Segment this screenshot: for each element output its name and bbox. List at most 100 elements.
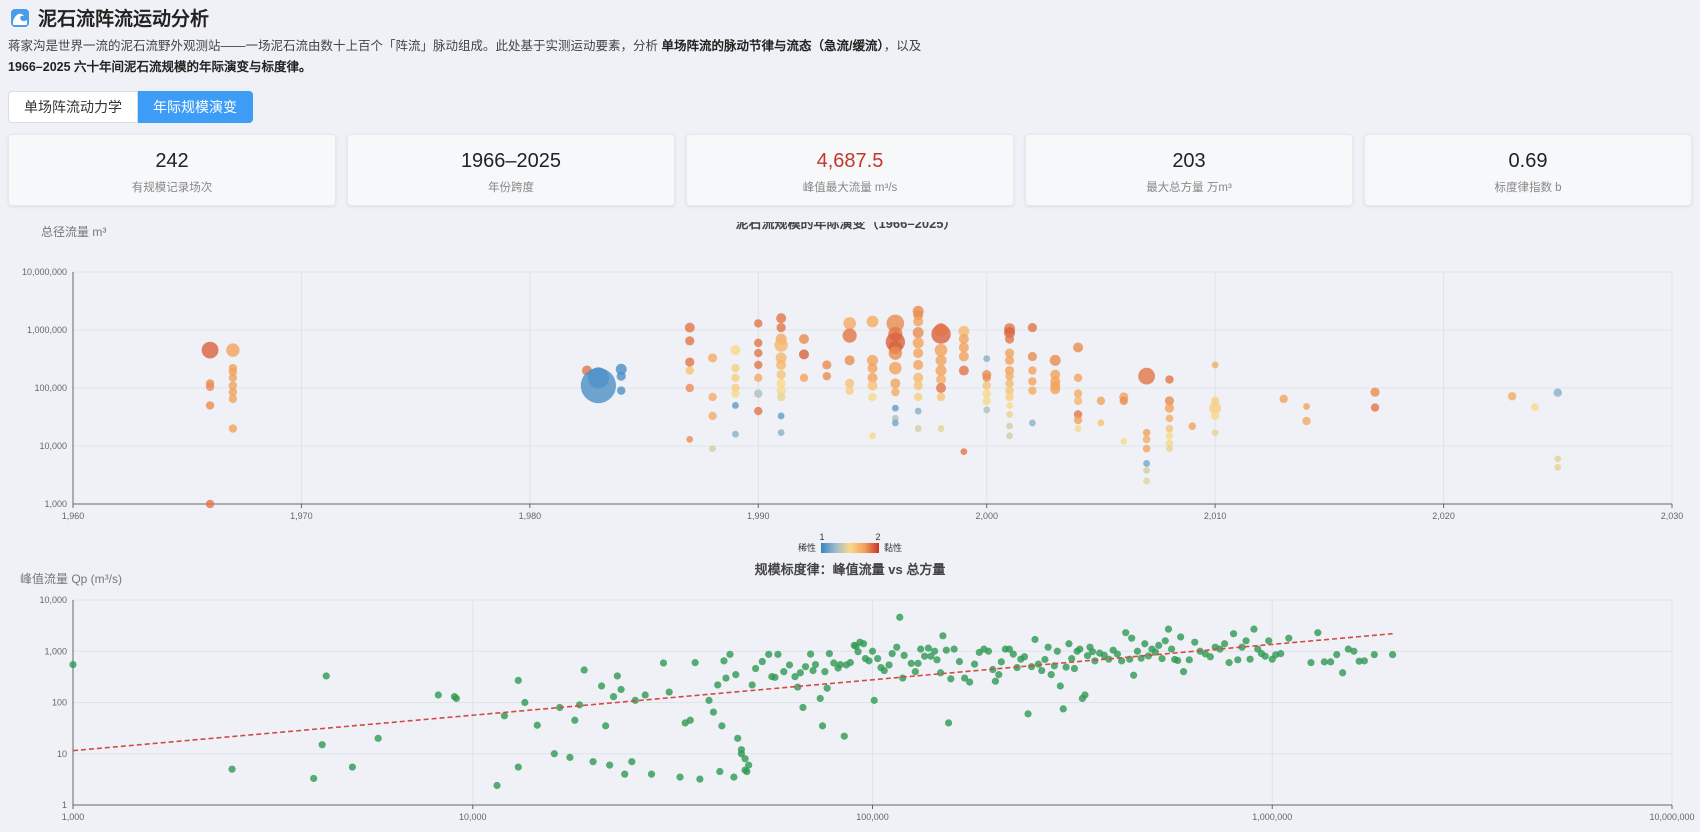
data-point <box>1265 637 1273 645</box>
data-point <box>811 660 820 669</box>
x-tick-label: 1,980 <box>519 511 542 521</box>
charts-area: 泥石流规模的年际演变（1966–2025） 总径流量 m³ 1,000 10,000 1… <box>20 222 1695 822</box>
data-point <box>1261 652 1269 660</box>
data-point <box>1073 373 1083 382</box>
data-point <box>201 341 219 359</box>
data-point <box>754 338 763 348</box>
data-point <box>843 317 856 330</box>
data-point <box>69 660 77 669</box>
data-point <box>1073 389 1083 398</box>
data-point <box>780 668 788 676</box>
data-point <box>798 349 809 360</box>
data-point <box>1225 659 1233 667</box>
data-point <box>889 361 902 375</box>
data-point <box>1041 655 1049 664</box>
data-point <box>228 373 238 382</box>
data-point <box>1350 647 1358 655</box>
data-point <box>609 693 618 701</box>
data-point <box>840 732 848 740</box>
data-point <box>1005 379 1014 388</box>
data-point <box>730 345 741 356</box>
data-point <box>758 657 766 666</box>
data-point <box>1028 377 1037 386</box>
data-point <box>587 367 609 389</box>
data-point <box>606 761 614 769</box>
data-point <box>1370 387 1380 397</box>
data-point <box>888 649 896 658</box>
stat-value: 4,687.5 <box>816 150 884 172</box>
data-point <box>1327 658 1335 666</box>
data-point <box>1554 455 1562 463</box>
data-point <box>1031 635 1039 644</box>
data-point <box>1056 682 1064 690</box>
data-point <box>754 360 763 370</box>
data-point <box>571 716 579 724</box>
data-point <box>374 734 382 742</box>
y-axis-title: 总径流量 m³ <box>41 225 106 239</box>
data-point <box>550 750 558 758</box>
data-point <box>1006 402 1013 409</box>
data-point <box>921 652 929 660</box>
data-point <box>776 322 786 333</box>
data-point <box>836 660 844 669</box>
data-point <box>958 351 969 362</box>
data-point <box>1006 432 1013 440</box>
data-point <box>1138 367 1156 385</box>
stat-value: 242 <box>155 150 189 172</box>
data-point <box>934 323 948 337</box>
data-point <box>665 688 673 696</box>
data-point <box>752 664 760 673</box>
data-point <box>1006 411 1013 418</box>
x-tick-label: 2,010 <box>1204 511 1227 521</box>
data-point <box>947 675 955 683</box>
data-point <box>1053 647 1061 655</box>
data-point <box>348 763 357 771</box>
data-point <box>1320 658 1328 666</box>
data-point <box>1059 705 1067 713</box>
data-point <box>842 328 857 343</box>
data-point <box>891 419 899 427</box>
tab-interannual-evolution[interactable]: 年际规模演变 <box>138 91 253 123</box>
data-point <box>1174 656 1182 665</box>
data-point <box>874 654 882 663</box>
data-point <box>935 354 947 366</box>
data-point <box>1073 342 1084 353</box>
data-point <box>1177 633 1185 641</box>
data-point <box>1360 657 1368 665</box>
data-point <box>647 770 656 778</box>
x-tick-label: 1,000,000 <box>1252 812 1292 822</box>
x-tick-label: 1,960 <box>62 511 85 521</box>
data-point <box>1188 422 1197 430</box>
stat-card-year-span: 1966–2025 年份跨度 <box>347 134 675 206</box>
data-point <box>1279 394 1288 404</box>
data-point <box>958 365 969 376</box>
data-point <box>1096 396 1106 406</box>
data-point <box>1027 663 1036 671</box>
data-point <box>823 684 831 692</box>
x-tick-label: 2,000 <box>975 511 998 521</box>
data-point <box>924 644 933 652</box>
data-point <box>734 734 742 742</box>
data-point <box>1158 654 1166 663</box>
x-tick-label: 2,020 <box>1432 511 1455 521</box>
data-point <box>205 401 215 410</box>
data-point <box>1006 422 1013 430</box>
data-point <box>708 353 718 363</box>
data-point <box>891 387 900 397</box>
data-point <box>613 672 621 680</box>
data-point <box>1229 630 1238 638</box>
data-point <box>1029 419 1036 427</box>
data-point <box>1165 424 1174 433</box>
data-point <box>899 674 907 682</box>
intro-part1: 蒋家沟是世界一流的泥石流野外观测站——一场泥石流由数十上百个「阵流」脉动组成。此… <box>8 39 662 53</box>
data-point <box>748 681 756 689</box>
data-point <box>1221 640 1229 648</box>
data-point <box>1234 656 1242 664</box>
data-point <box>912 327 924 339</box>
data-point <box>205 382 215 391</box>
tab-single-event-dynamics[interactable]: 单场阵流动力学 <box>8 91 138 123</box>
x-tick-label: 100,000 <box>856 812 889 822</box>
data-point <box>731 373 740 382</box>
data-point <box>533 721 541 729</box>
data-point <box>1246 655 1254 663</box>
